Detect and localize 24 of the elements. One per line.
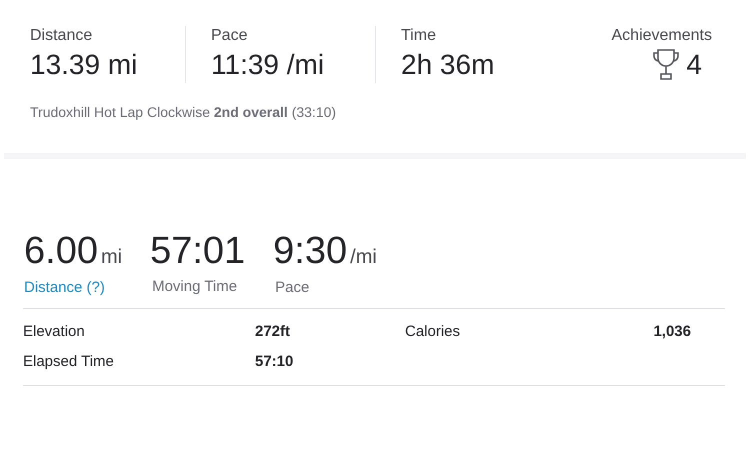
detail-value: 272ft [255, 322, 292, 340]
trophy-icon [652, 48, 680, 82]
stat-value: 13.39 mi [30, 48, 138, 82]
achievement-count: 4 [686, 48, 702, 82]
stat-label: Distance [30, 26, 94, 46]
stat-value: 6.00 [24, 231, 98, 271]
stat-value: 9:30 [273, 231, 348, 271]
detail-label: Elevation [23, 322, 86, 340]
segment-result: Trudoxhill Hot Lap Clockwise 2nd overall (33:10) [30, 104, 336, 120]
detail-value: 1,036 [652, 322, 692, 340]
unit-label: /mi [350, 245, 377, 270]
stat-label: Moving Time [152, 277, 238, 297]
achievements-label: Achievements [612, 26, 712, 46]
detail-label: Elapsed Time [23, 352, 115, 370]
stat-label: Time [401, 26, 437, 46]
stat-label: Pace [211, 26, 248, 46]
detail-value: 57:10 [255, 352, 294, 370]
stat-value: 11:39 /mi [211, 48, 326, 82]
detail-label: Calories [405, 322, 462, 340]
stat-label: Pace [275, 278, 310, 298]
distance-link[interactable]: Distance (?) [24, 277, 122, 300]
stat-value: 57:01 [150, 231, 246, 271]
stat-value: 2h 36m [401, 48, 494, 82]
unit-label: mi [100, 245, 122, 270]
